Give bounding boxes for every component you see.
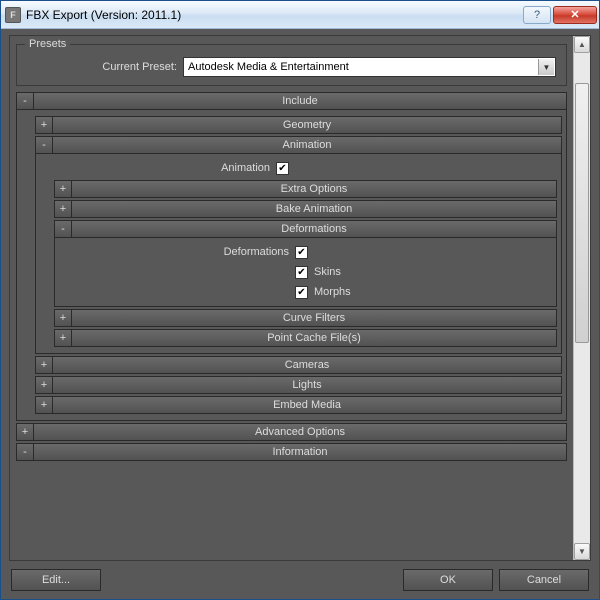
point-cache-section: + Point Cache File(s) (40, 329, 557, 347)
content-row: Presets Current Preset: Autodesk Media &… (9, 35, 591, 561)
deformations-header[interactable]: Deformations (72, 220, 557, 238)
app-icon: F (5, 7, 21, 23)
animation-section: - Animation Animation ✔ + (21, 136, 562, 354)
current-preset-dropdown[interactable]: Autodesk Media & Entertainment ▼ (183, 57, 556, 77)
advanced-header[interactable]: Advanced Options (34, 423, 567, 441)
fbx-export-window: F FBX Export (Version: 2011.1) ? ✕ Prese… (0, 0, 600, 600)
curve-filters-header[interactable]: Curve Filters (72, 309, 557, 327)
morphs-cb-label: Morphs (314, 286, 351, 298)
bake-animation-section: + Bake Animation (40, 200, 557, 218)
presets-legend: Presets (25, 38, 70, 50)
edit-button[interactable]: Edit... (11, 569, 101, 591)
information-header[interactable]: Information (34, 443, 567, 461)
skins-checkbox-row: ✔ Skins (59, 262, 552, 282)
cameras-section: + Cameras (21, 356, 562, 374)
include-toggle[interactable]: - (16, 92, 34, 110)
cancel-button[interactable]: Cancel (499, 569, 589, 591)
advanced-options-section: + Advanced Options (16, 423, 567, 441)
extra-options-header[interactable]: Extra Options (72, 180, 557, 198)
lights-header[interactable]: Lights (53, 376, 562, 394)
cameras-header[interactable]: Cameras (53, 356, 562, 374)
presets-group: Presets Current Preset: Autodesk Media &… (16, 44, 567, 86)
deformations-checkbox-row: Deformations ✔ (59, 242, 552, 262)
cameras-toggle[interactable]: + (35, 356, 53, 374)
curve-filters-section: + Curve Filters (40, 309, 557, 327)
ok-button[interactable]: OK (403, 569, 493, 591)
animation-body: Animation ✔ + Extra Options (35, 154, 562, 354)
close-button[interactable]: ✕ (553, 6, 597, 24)
deformations-checkbox[interactable]: ✔ (295, 246, 308, 259)
information-toggle[interactable]: - (16, 443, 34, 461)
titlebar[interactable]: F FBX Export (Version: 2011.1) ? ✕ (1, 1, 599, 29)
animation-checkbox[interactable]: ✔ (276, 162, 289, 175)
client-area: Presets Current Preset: Autodesk Media &… (1, 29, 599, 599)
point-cache-header[interactable]: Point Cache File(s) (72, 329, 557, 347)
animation-checkbox-row: Animation ✔ (40, 158, 557, 178)
advanced-toggle[interactable]: + (16, 423, 34, 441)
scroll-up-icon[interactable]: ▲ (574, 36, 590, 53)
button-bar: Edit... OK Cancel (9, 567, 591, 593)
skins-checkbox[interactable]: ✔ (295, 266, 308, 279)
vertical-scrollbar[interactable]: ▲ ▼ (573, 36, 590, 560)
animation-toggle[interactable]: - (35, 136, 53, 154)
embed-media-section: + Embed Media (21, 396, 562, 414)
window-title: FBX Export (Version: 2011.1) (26, 8, 523, 22)
morphs-checkbox[interactable]: ✔ (295, 286, 308, 299)
lights-section: + Lights (21, 376, 562, 394)
animation-cb-label: Animation (40, 162, 270, 174)
extra-options-section: + Extra Options (40, 180, 557, 198)
curve-filters-toggle[interactable]: + (54, 309, 72, 327)
morphs-checkbox-row: ✔ Morphs (59, 282, 552, 302)
deformations-body: Deformations ✔ ✔ Skins (54, 238, 557, 307)
content: Presets Current Preset: Autodesk Media &… (10, 36, 573, 560)
point-cache-toggle[interactable]: + (54, 329, 72, 347)
current-preset-label: Current Preset: (27, 61, 177, 73)
bake-animation-header[interactable]: Bake Animation (72, 200, 557, 218)
deformations-toggle[interactable]: - (54, 220, 72, 238)
scroll-down-icon[interactable]: ▼ (574, 543, 590, 560)
current-preset-row: Current Preset: Autodesk Media & Enterta… (23, 55, 560, 79)
lights-toggle[interactable]: + (35, 376, 53, 394)
scroll-track[interactable] (574, 53, 590, 543)
skins-cb-label: Skins (314, 266, 341, 278)
deformations-section: - Deformations Deformations ✔ (40, 220, 557, 307)
include-section: - Include + Geometry (16, 92, 567, 421)
include-body: + Geometry - Animation (16, 110, 567, 421)
information-section: - Information (16, 443, 567, 461)
geometry-header[interactable]: Geometry (53, 116, 562, 134)
geometry-section: + Geometry (21, 116, 562, 134)
current-preset-value: Autodesk Media & Entertainment (188, 61, 349, 73)
extra-options-toggle[interactable]: + (54, 180, 72, 198)
include-header[interactable]: Include (34, 92, 567, 110)
embed-media-toggle[interactable]: + (35, 396, 53, 414)
geometry-toggle[interactable]: + (35, 116, 53, 134)
scroll-thumb[interactable] (575, 83, 589, 343)
deformations-cb-label: Deformations (59, 246, 289, 258)
embed-media-header[interactable]: Embed Media (53, 396, 562, 414)
chevron-down-icon[interactable]: ▼ (538, 59, 554, 75)
window-controls: ? ✕ (523, 6, 597, 24)
bake-animation-toggle[interactable]: + (54, 200, 72, 218)
animation-header[interactable]: Animation (53, 136, 562, 154)
help-button[interactable]: ? (523, 6, 551, 24)
